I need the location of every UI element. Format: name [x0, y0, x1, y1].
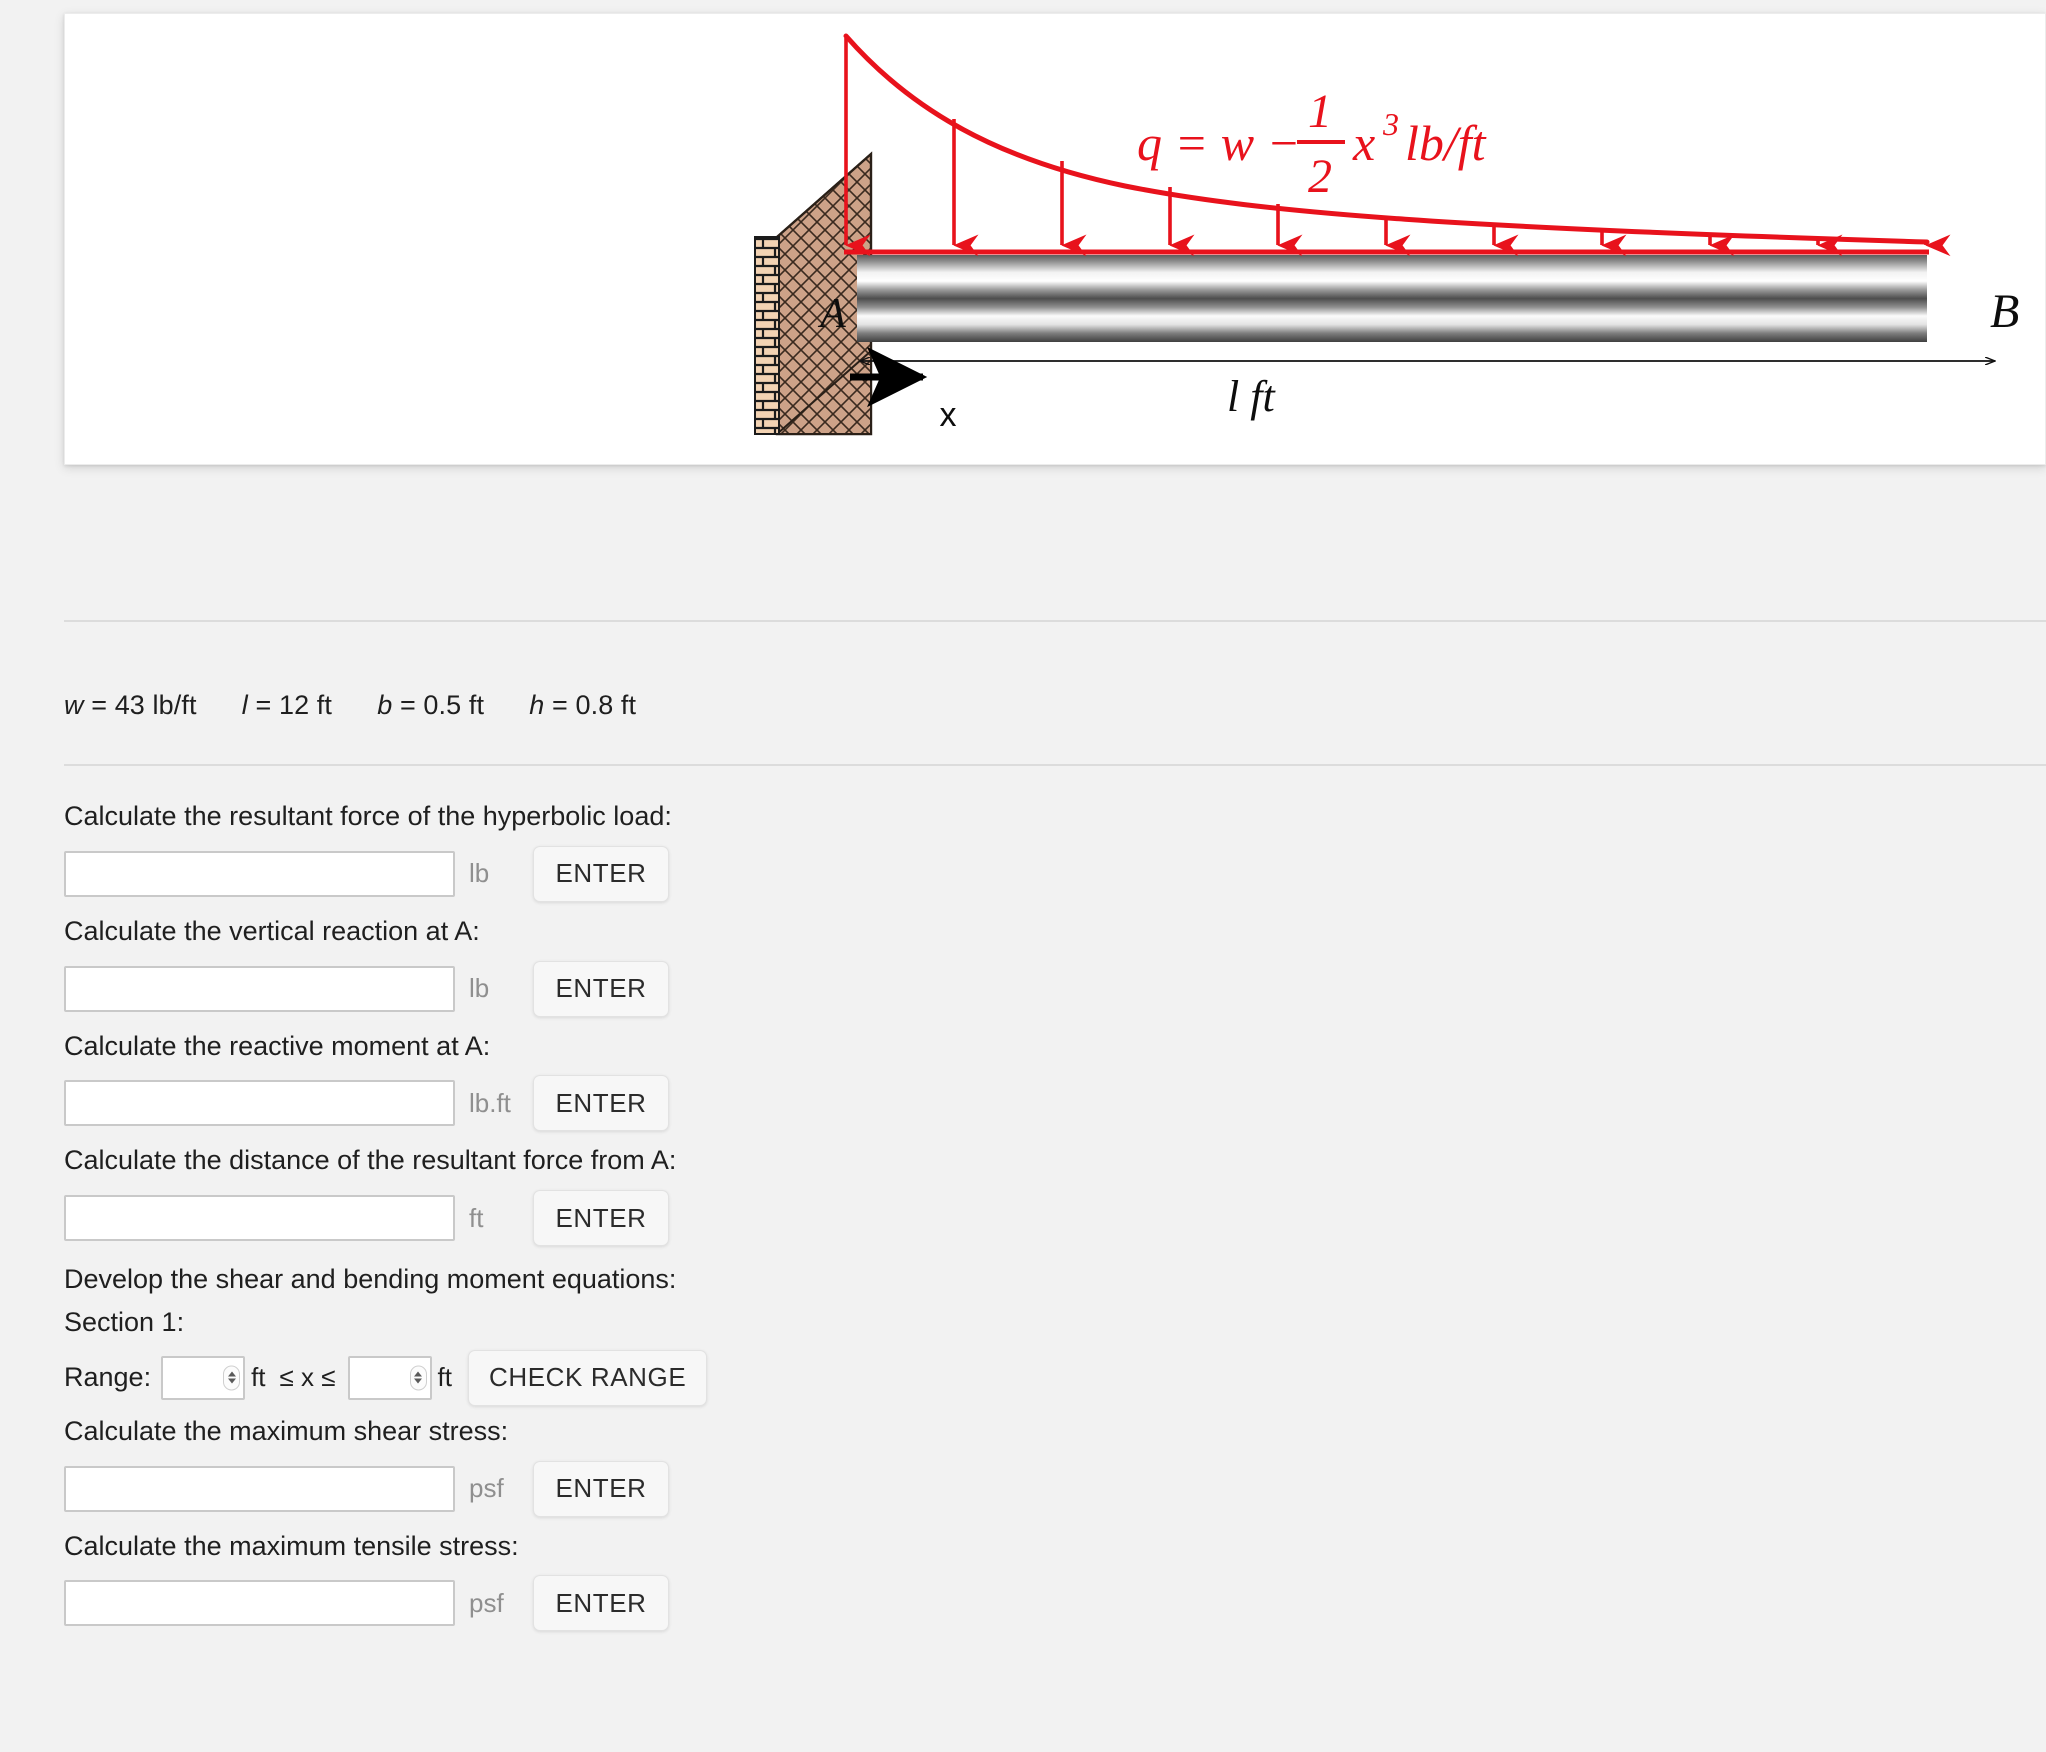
load-eq-units: lb/ft [1405, 115, 1487, 171]
chevron-down-icon[interactable] [227, 1378, 236, 1384]
param-w-symbol: w [64, 690, 84, 720]
wall-support-icon: A [754, 151, 873, 436]
chevron-down-icon[interactable] [414, 1378, 423, 1384]
answer-row-max-shear-stress: psf ENTER [64, 1458, 1264, 1520]
answer-row-vertical-reaction: lb ENTER [64, 958, 1264, 1020]
param-w-value: = 43 lb/ft [91, 690, 197, 720]
enter-button-max-shear-stress[interactable]: ENTER [533, 1460, 669, 1517]
unit-label-vertical-reaction: lb [469, 973, 490, 1003]
load-eq-numerator: 1 [1308, 85, 1332, 138]
answer-row-resultant-distance: ft ENTER [64, 1187, 1264, 1249]
range-min-unit: ft [251, 1362, 266, 1393]
enter-button-resultant-force[interactable]: ENTER [533, 845, 669, 902]
develop-equations-heading: Develop the shear and bending moment equ… [64, 1264, 677, 1294]
question-list: Calculate the resultant force of the hyp… [64, 800, 1264, 1644]
unit-label-resultant-force: lb [469, 858, 490, 889]
divider-top [64, 620, 2046, 622]
check-range-button[interactable]: CHECK RANGE [467, 1349, 708, 1406]
free-end-label-B: B [1990, 285, 2019, 338]
unit-label-resultant-distance: ft [469, 1202, 484, 1233]
unit-label-reactive-moment: lb.ft [469, 1087, 511, 1118]
answer-row-resultant-force: lb ENTER [64, 843, 1264, 905]
enter-button-reactive-moment[interactable]: ENTER [533, 1075, 669, 1132]
param-l-value: = 12 ft [255, 690, 332, 720]
param-l-symbol: l [241, 690, 248, 720]
question-label-max-tensile-stress: Calculate the maximum tensile stress: [64, 1530, 519, 1561]
question-label-max-shear-stress: Calculate the maximum shear stress: [64, 1415, 509, 1446]
beam-diagram: A q = w − 1 2 x 3 lb/ft B l ft x [65, 14, 2046, 466]
page-root: A q = w − 1 2 x 3 lb/ft B l ft x w = 43 … [0, 0, 2046, 1752]
range-max-unit: ft [437, 1362, 452, 1393]
param-h-value: = 0.8 ft [552, 690, 637, 720]
load-equation: q = w − 1 2 x 3 lb/ft [1137, 85, 1487, 203]
unit-label-max-tensile-stress: psf [469, 1587, 504, 1618]
enter-button-vertical-reaction[interactable]: ENTER [533, 960, 669, 1017]
beam-body [857, 255, 1927, 342]
given-parameters: w = 43 lb/ft l = 12 ft b = 0.5 ft h = 0.… [64, 690, 636, 721]
distributed-load [843, 33, 1951, 257]
divider-bottom [64, 764, 2046, 766]
range-label: Range: [64, 1362, 152, 1393]
answer-input-max-tensile-stress[interactable] [64, 1580, 455, 1627]
answer-input-resultant-distance[interactable] [64, 1195, 455, 1241]
range-inequality: ≤ x ≤ [279, 1362, 336, 1393]
answer-row-reactive-moment: lb.ft ENTER [64, 1072, 1264, 1134]
length-dimension: l ft [860, 361, 1995, 421]
param-b-value: = 0.5 ft [399, 690, 485, 720]
chevron-up-icon[interactable] [414, 1371, 423, 1377]
answer-input-reactive-moment[interactable] [64, 1080, 455, 1127]
answer-input-vertical-reaction[interactable] [64, 965, 455, 1012]
enter-button-resultant-distance[interactable]: ENTER [533, 1190, 669, 1246]
load-eq-lhs: q = w − [1137, 115, 1300, 171]
chevron-up-icon[interactable] [227, 1371, 236, 1377]
section-1-title: Section 1: [64, 1306, 185, 1337]
range-min-field [161, 1355, 246, 1400]
answer-input-max-shear-stress[interactable] [64, 1465, 455, 1512]
range-max-field [347, 1355, 432, 1400]
param-b-symbol: b [377, 690, 393, 720]
question-label-reactive-moment: Calculate the reactive moment at A: [64, 1030, 491, 1061]
load-eq-variable: x [1352, 115, 1375, 171]
unit-label-max-shear-stress: psf [469, 1473, 504, 1503]
figure-card: A q = w − 1 2 x 3 lb/ft B l ft x [64, 13, 2046, 465]
x-label: x [940, 396, 957, 434]
length-label: l ft [1227, 372, 1276, 421]
range-row: Range: ft ≤ x ≤ ft CHECK RANGE [64, 1347, 1264, 1409]
load-eq-exponent: 3 [1382, 106, 1399, 142]
param-h-symbol: h [529, 690, 545, 720]
question-label-resultant-distance: Calculate the distance of the resultant … [64, 1145, 677, 1176]
answer-input-resultant-force[interactable] [64, 850, 455, 897]
enter-button-max-tensile-stress[interactable]: ENTER [533, 1575, 669, 1632]
support-label-A: A [817, 291, 846, 337]
question-label-vertical-reaction: Calculate the vertical reaction at A: [64, 915, 480, 946]
answer-row-max-tensile-stress: psf ENTER [64, 1572, 1264, 1634]
range-min-stepper[interactable] [223, 1365, 241, 1391]
range-max-stepper[interactable] [409, 1365, 427, 1391]
beam-diagram-svg: A q = w − 1 2 x 3 lb/ft B l ft x [754, 33, 2019, 436]
question-label-resultant-force: Calculate the resultant force of the hyp… [64, 801, 672, 831]
load-eq-denominator: 2 [1308, 150, 1332, 203]
